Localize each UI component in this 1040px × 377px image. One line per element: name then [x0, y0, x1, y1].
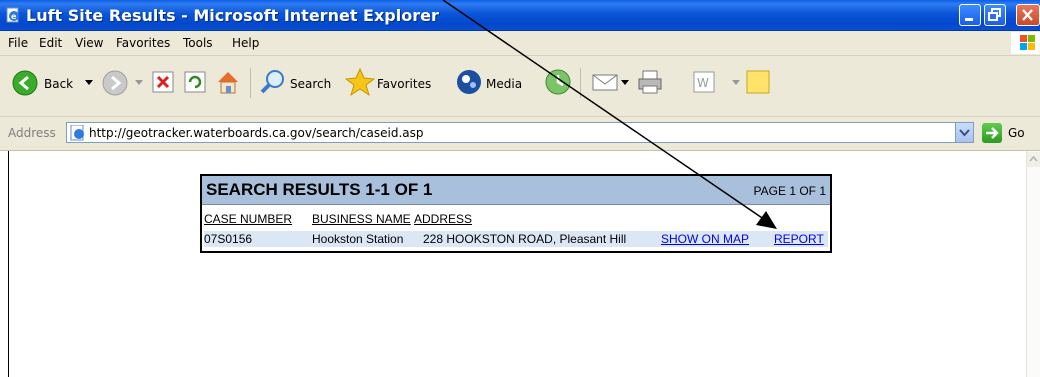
menu-favorites[interactable]: Favorites	[116, 36, 170, 50]
address-dropdown-button[interactable]	[955, 123, 973, 142]
toolbar-separator	[250, 68, 251, 98]
close-button[interactable]	[1016, 4, 1040, 26]
menu-bar: File Edit View Favorites Tools Help	[0, 31, 1040, 56]
media-icon[interactable]	[455, 68, 485, 96]
address-cell: 228 HOOKSTON ROAD, Pleasant Hill	[423, 232, 627, 246]
forward-dropdown-icon[interactable]	[135, 80, 143, 86]
back-arrow-icon[interactable]	[12, 70, 38, 96]
page-icon	[70, 125, 84, 141]
go-arrow-icon	[986, 127, 999, 139]
svg-text:W: W	[697, 76, 709, 90]
back-button[interactable]: Back	[44, 77, 73, 91]
mail-dropdown-icon[interactable]	[621, 80, 629, 86]
restore-button[interactable]	[984, 4, 1006, 26]
report-link[interactable]: REPORT	[774, 232, 824, 246]
search-button[interactable]: Search	[290, 77, 331, 91]
vertical-scrollbar[interactable]	[1026, 151, 1040, 377]
minimize-icon	[965, 18, 973, 21]
print-icon[interactable]	[636, 68, 664, 96]
address-url: http://geotracker.waterboards.ca.gov/sea…	[89, 126, 424, 140]
results-page-indicator: PAGE 1 OF 1	[753, 184, 826, 198]
back-dropdown-icon[interactable]	[85, 80, 93, 86]
search-icon[interactable]	[259, 68, 287, 96]
window-title: Luft Site Results - Microsoft Internet E…	[26, 6, 439, 25]
address-label: Address	[8, 126, 56, 140]
refresh-icon[interactable]	[183, 70, 207, 94]
discuss-note-icon[interactable]	[744, 68, 772, 96]
edit-dropdown-icon[interactable]	[732, 80, 740, 86]
show-on-map-link[interactable]: SHOW ON MAP	[661, 232, 749, 246]
menu-help[interactable]: Help	[232, 36, 259, 50]
restore-icon	[988, 8, 1001, 21]
column-header-address[interactable]: ADDRESS	[414, 212, 472, 226]
menu-file[interactable]: File	[8, 36, 28, 50]
results-title: SEARCH RESULTS 1-1 OF 1	[206, 180, 433, 199]
scroll-up-icon[interactable]	[1027, 152, 1040, 167]
ie-page-icon: e	[6, 7, 19, 23]
results-header: SEARCH RESULTS 1-1 OF 1 PAGE 1 OF 1	[202, 176, 830, 205]
edit-with-word-icon[interactable]: W	[692, 70, 716, 94]
menu-edit[interactable]: Edit	[39, 36, 62, 50]
go-button[interactable]: Go	[1008, 126, 1025, 140]
media-button[interactable]: Media	[486, 77, 522, 91]
forward-arrow-icon[interactable]	[102, 70, 128, 96]
menu-tools[interactable]: Tools	[183, 36, 213, 50]
favorites-button[interactable]: Favorites	[377, 77, 431, 91]
favorites-star-icon[interactable]	[345, 67, 375, 97]
toolbar-separator	[580, 68, 581, 98]
menu-view[interactable]: View	[75, 36, 103, 50]
stop-icon[interactable]	[151, 70, 175, 94]
window-titlebar[interactable]: e Luft Site Results - Microsoft Internet…	[0, 0, 1040, 31]
column-header-business-name[interactable]: BUSINESS NAME	[312, 212, 411, 226]
case-number-cell: 07S0156	[204, 232, 253, 246]
minimize-button[interactable]	[959, 4, 981, 26]
address-input[interactable]: http://geotracker.waterboards.ca.gov/sea…	[66, 122, 974, 143]
business-name-cell: Hookston Station	[312, 232, 404, 246]
chevron-down-icon	[959, 129, 970, 137]
address-bar: Address http://geotracker.waterboards.ca…	[0, 117, 1040, 151]
history-icon[interactable]	[544, 68, 572, 96]
window-left-border	[0, 151, 9, 377]
close-icon	[1022, 9, 1033, 21]
column-header-case-number[interactable]: CASE NUMBER	[204, 212, 292, 226]
windows-logo-icon	[1011, 32, 1040, 54]
home-icon[interactable]	[214, 68, 242, 96]
mail-icon[interactable]	[591, 70, 619, 94]
search-results-table: SEARCH RESULTS 1-1 OF 1 PAGE 1 OF 1 CASE…	[200, 174, 832, 253]
go-arrow-button[interactable]	[982, 123, 1002, 143]
svg-text:e: e	[11, 12, 17, 21]
